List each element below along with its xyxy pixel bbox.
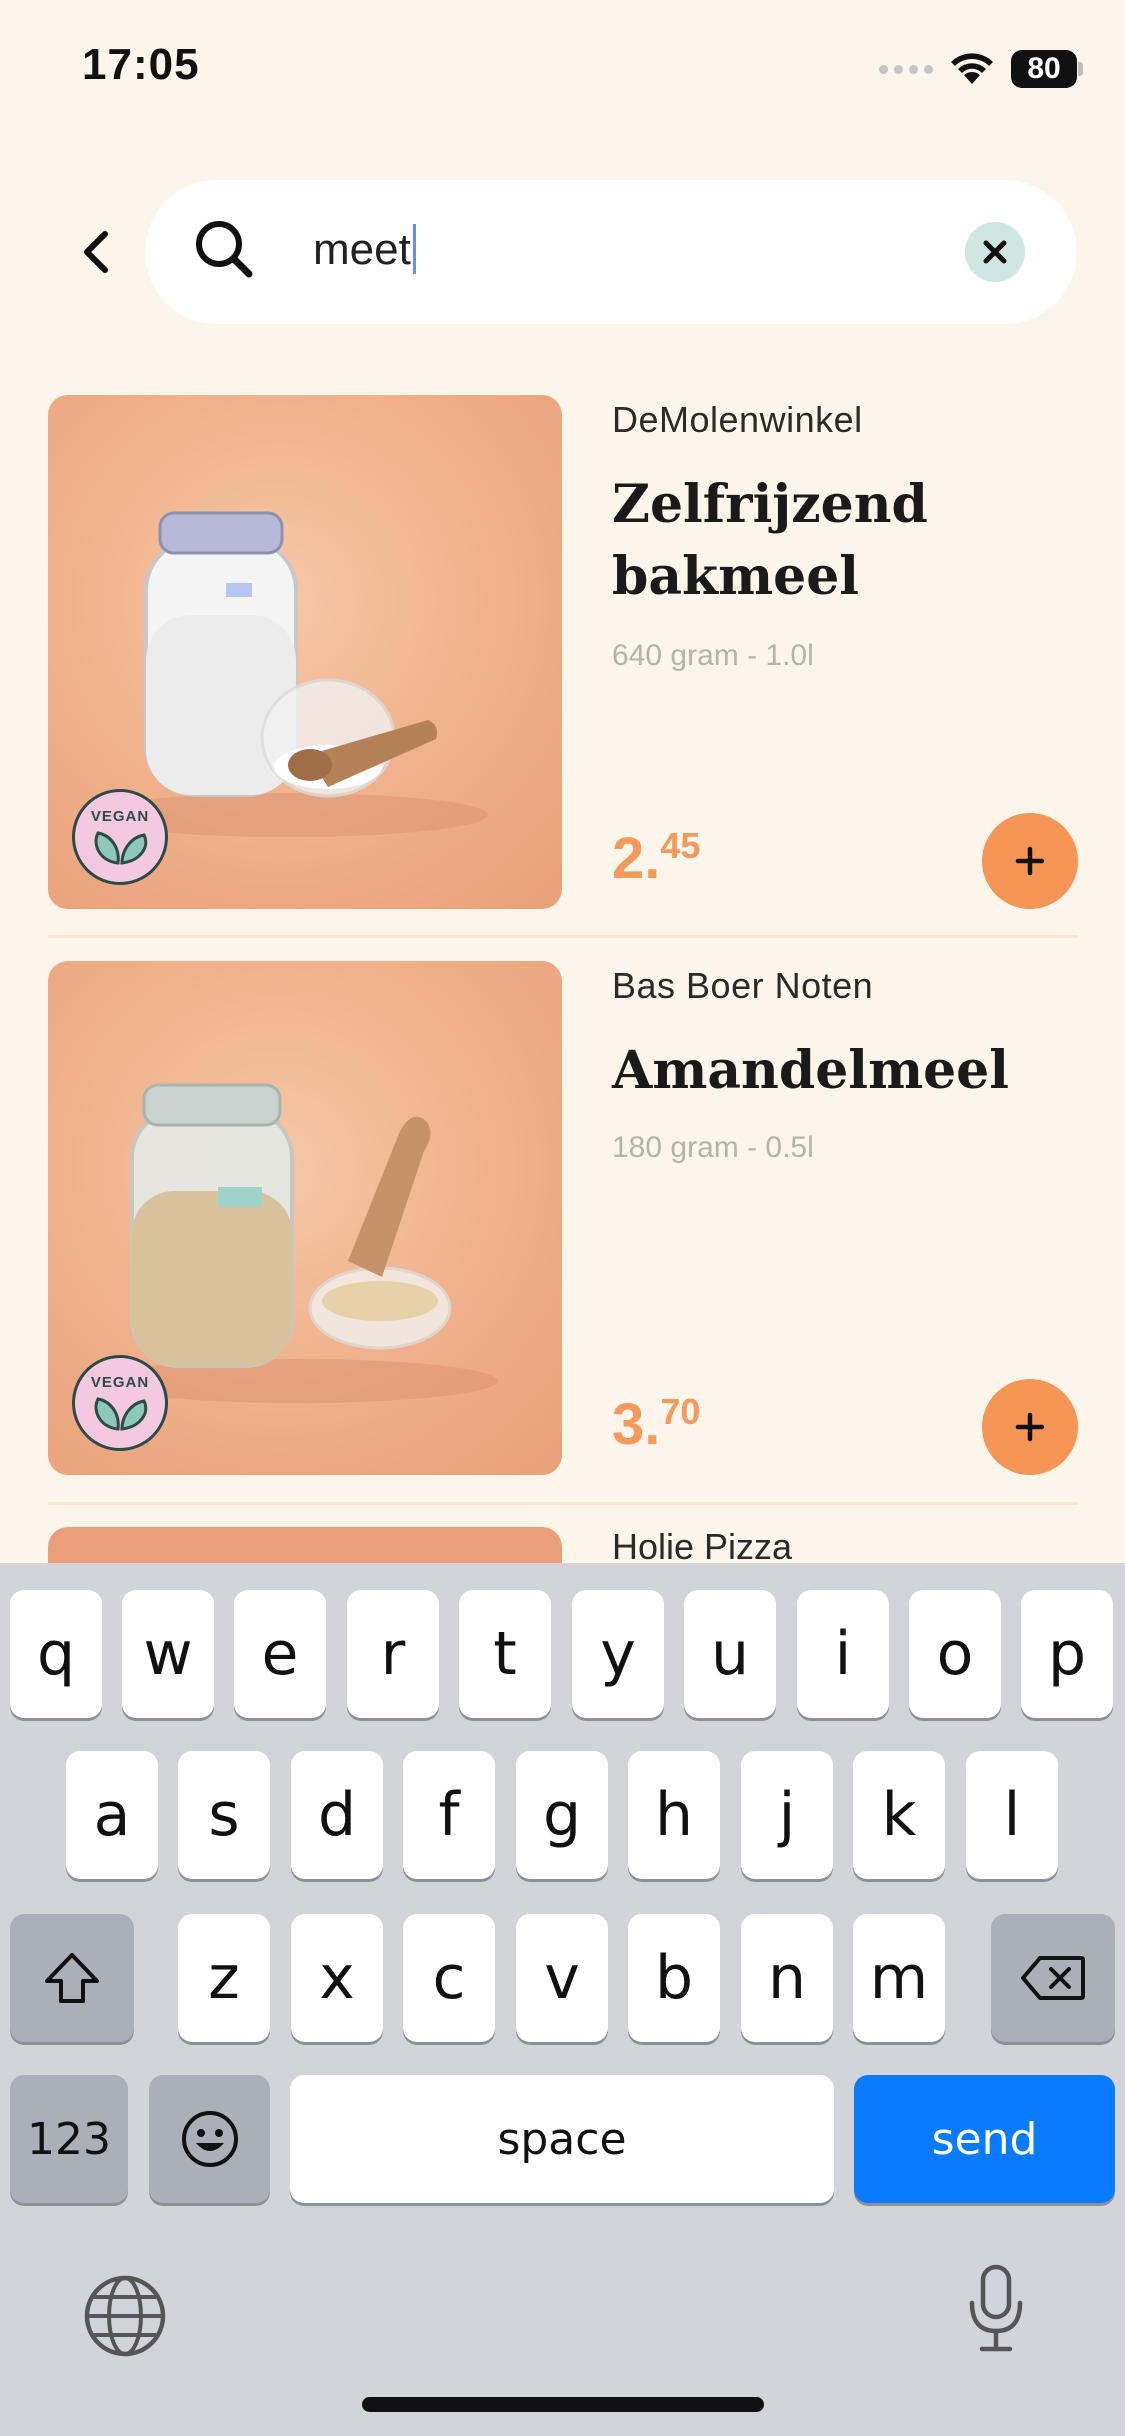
price-cents: 45 — [660, 825, 701, 866]
key-o[interactable]: o — [909, 1590, 1001, 1718]
key-t[interactable]: t — [459, 1590, 551, 1718]
key-d[interactable]: d — [291, 1751, 383, 1879]
keyboard: q w e r t y u i o p a s d f g h j k l z … — [0, 1563, 1125, 2436]
key-i[interactable]: i — [797, 1590, 889, 1718]
plus-icon — [1015, 846, 1045, 876]
product-card[interactable]: VEGAN DeMolenwinkel Zelfrijzend bakmeel … — [48, 395, 1078, 963]
shift-key[interactable] — [10, 1914, 134, 2042]
key-e[interactable]: e — [234, 1590, 326, 1718]
divider — [48, 935, 1078, 938]
product-size: 180 gram - 0.5l — [612, 1131, 814, 1164]
leaf-icon — [94, 831, 148, 865]
vegan-badge: VEGAN — [72, 789, 168, 885]
status-time: 17:05 — [82, 40, 200, 89]
product-size: 640 gram - 1.0l — [612, 639, 814, 672]
emoji-key[interactable] — [149, 2075, 270, 2203]
price-main: 2. — [612, 826, 661, 891]
product-title[interactable]: Amandelmeel — [612, 1035, 1052, 1107]
key-h[interactable]: h — [628, 1751, 720, 1879]
key-f[interactable]: f — [403, 1751, 495, 1879]
space-key[interactable]: space — [290, 2075, 834, 2203]
emoji-icon — [181, 2111, 238, 2167]
key-r[interactable]: r — [347, 1590, 439, 1718]
price-cents: 70 — [660, 1391, 701, 1432]
battery-level: 80 — [1011, 50, 1077, 88]
product-image[interactable]: VEGAN — [48, 395, 562, 909]
key-g[interactable]: g — [516, 1751, 608, 1879]
key-w[interactable]: w — [122, 1590, 214, 1718]
plus-icon — [1015, 1412, 1045, 1442]
vegan-badge: VEGAN — [72, 1355, 168, 1451]
price-main: 3. — [612, 1392, 661, 1457]
key-b[interactable]: b — [628, 1914, 720, 2042]
numbers-key[interactable]: 123 — [10, 2075, 128, 2203]
product-vendor: Bas Boer Noten — [612, 965, 874, 1006]
shift-icon — [45, 1953, 99, 2003]
chevron-left-icon — [84, 231, 108, 273]
status-bar: 17:05 80 — [0, 0, 1125, 140]
battery-icon: 80 — [1011, 50, 1083, 88]
search-query: meet — [313, 225, 411, 274]
key-v[interactable]: v — [516, 1914, 608, 2042]
key-a[interactable]: a — [66, 1751, 158, 1879]
status-indicators: 80 — [879, 48, 1083, 90]
leaf-icon — [94, 1397, 148, 1431]
product-image[interactable]: VEGAN — [48, 961, 562, 1475]
globe-icon[interactable] — [82, 2273, 168, 2359]
wifi-icon — [949, 52, 995, 86]
key-x[interactable]: x — [291, 1914, 383, 2042]
product-vendor: DeMolenwinkel — [612, 399, 863, 440]
product-price: 3.70 — [612, 1391, 700, 1458]
key-z[interactable]: z — [178, 1914, 270, 2042]
key-k[interactable]: k — [853, 1751, 945, 1879]
backspace-key[interactable] — [991, 1914, 1115, 2042]
key-n[interactable]: n — [741, 1914, 833, 2042]
close-icon — [983, 240, 1007, 264]
text-caret — [412, 224, 416, 274]
key-q[interactable]: q — [10, 1590, 102, 1718]
clear-search-button[interactable] — [965, 222, 1025, 282]
divider — [48, 1502, 1078, 1505]
add-to-cart-button[interactable] — [982, 813, 1078, 909]
back-button[interactable] — [72, 224, 120, 280]
key-u[interactable]: u — [684, 1590, 776, 1718]
cellular-signal-icon — [879, 64, 933, 74]
add-to-cart-button[interactable] — [982, 1379, 1078, 1475]
key-p[interactable]: p — [1021, 1590, 1113, 1718]
product-title[interactable]: Zelfrijzend bakmeel — [612, 469, 1052, 613]
search-input[interactable]: meet — [313, 224, 416, 275]
key-c[interactable]: c — [403, 1914, 495, 2042]
key-y[interactable]: y — [572, 1590, 664, 1718]
search-field[interactable]: meet — [145, 180, 1077, 324]
key-s[interactable]: s — [178, 1751, 270, 1879]
microphone-icon[interactable] — [966, 2263, 1026, 2355]
product-vendor: Holie Pizza — [612, 1526, 793, 1567]
product-card[interactable]: VEGAN Bas Boer Noten Amandelmeel 180 gra… — [48, 961, 1078, 1529]
key-l[interactable]: l — [966, 1751, 1058, 1879]
backspace-icon — [1021, 1956, 1085, 2000]
key-j[interactable]: j — [741, 1751, 833, 1879]
key-m[interactable]: m — [853, 1914, 945, 2042]
search-icon — [196, 221, 253, 278]
product-price: 2.45 — [612, 825, 700, 892]
home-indicator[interactable] — [362, 2397, 764, 2412]
send-key[interactable]: send — [854, 2075, 1115, 2203]
